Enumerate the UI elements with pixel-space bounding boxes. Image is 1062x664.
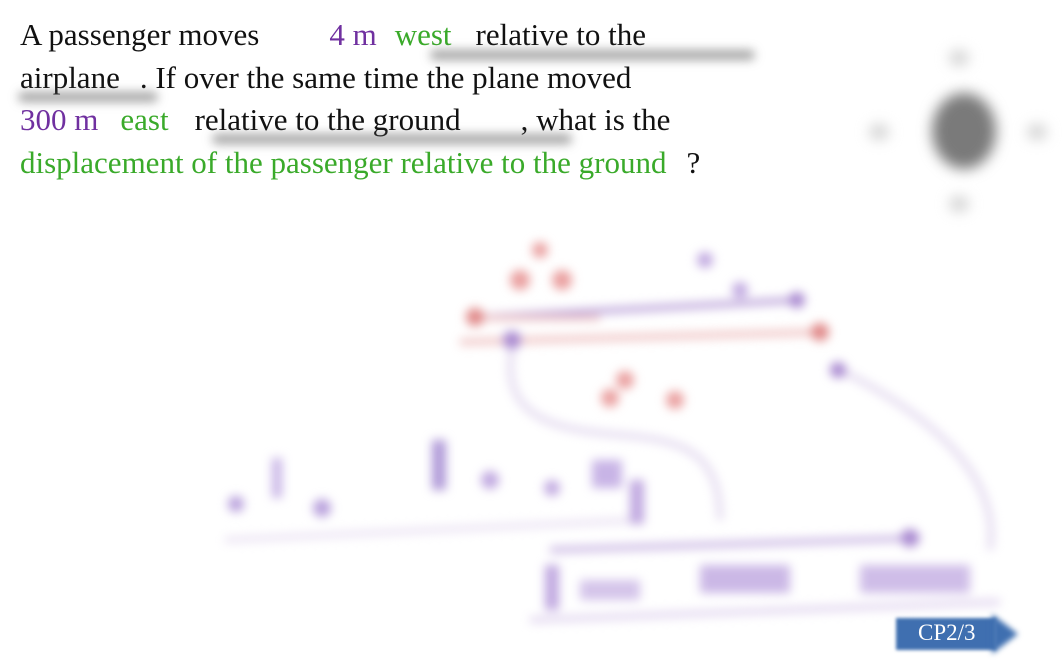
- sketch-mark: [630, 480, 644, 524]
- distance-plane: 300 m: [20, 102, 99, 137]
- sketch-mark: [901, 529, 919, 547]
- text-shadow: [212, 134, 572, 144]
- sketch-mark: [700, 565, 790, 593]
- handwritten-vector-diagram: [224, 242, 1001, 623]
- sketch-mark: [510, 270, 530, 290]
- sketch-mark: [544, 480, 560, 496]
- sketch-mark: [552, 270, 572, 290]
- badge-arrow-icon: [992, 614, 1018, 654]
- sketch-mark: [601, 389, 619, 407]
- sketch-mark: [860, 565, 970, 593]
- question-part: relative to the ground: [194, 102, 461, 137]
- question-part: . If over the same time the plane moved: [139, 59, 632, 95]
- sketch-mark: [272, 458, 282, 498]
- question-part: A passenger moves: [20, 17, 260, 52]
- question-part: airplane: [20, 59, 120, 95]
- question-part: relative to the: [475, 17, 646, 52]
- compass-icon: [860, 45, 1060, 225]
- sketch-mark: [532, 242, 548, 258]
- sketch-mark: [732, 282, 748, 298]
- sketch-mark: [313, 499, 331, 517]
- question-part: , what is the: [520, 102, 671, 137]
- distance-passenger: 4 m: [329, 17, 377, 52]
- arrow-head: [811, 323, 829, 341]
- arrow-head: [466, 308, 484, 326]
- question-target: displacement of the passenger relative t…: [20, 144, 667, 180]
- equation-box-top: [549, 535, 921, 553]
- curved-arrow: [507, 349, 723, 521]
- curved-arrow: [838, 367, 995, 551]
- text-shadow: [18, 92, 158, 102]
- sketch-mark: [545, 565, 559, 610]
- sketch-mark: [481, 471, 499, 489]
- sketch-mark: [580, 580, 640, 600]
- badge-label: CP2/3: [918, 620, 976, 645]
- arrow-head: [789, 292, 805, 308]
- sketch-mark: [616, 371, 634, 389]
- sketch-mark: [697, 252, 713, 268]
- sketch-mark: [592, 460, 622, 488]
- direction-passenger: west: [394, 17, 452, 52]
- text-shadow: [430, 50, 755, 60]
- question-end: ?: [686, 144, 701, 180]
- sketch-mark: [228, 496, 244, 512]
- sketch-mark: [432, 440, 446, 490]
- direction-plane: east: [120, 102, 169, 137]
- arrow-head: [830, 362, 846, 378]
- checkpoint-badge: CP2/3: [896, 614, 1018, 654]
- equation-underline: [224, 517, 641, 543]
- question-text: A passenger moves 4 m west relative to the …: [20, 14, 780, 210]
- arrow-head: [503, 331, 521, 349]
- sketch-mark: [666, 391, 684, 409]
